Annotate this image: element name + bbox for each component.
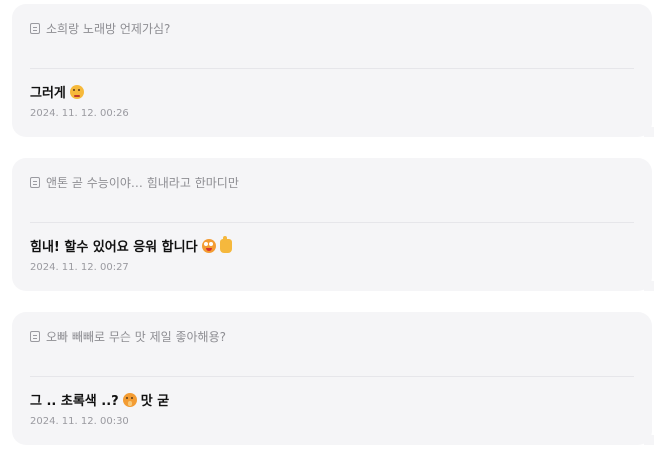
question-row: 소희랑 노래방 언제가심? [30,20,170,37]
question-row: 앤톤 곧 수능이야… 힘내라고 한마디만 [30,174,239,191]
question-text: 앤톤 곧 수능이야… 힘내라고 한마디만 [46,176,239,190]
answer-timestamp: 2024. 11. 12. 00:27 [30,262,129,273]
qa-card[interactable]: 오빠 빼빼로 무슨 맛 제일 좋아해용? 그 .. 초록색 ..? 맛 굳 20… [12,312,654,445]
question-text: 소희랑 노래방 언제가심? [46,22,171,36]
question-document-icon [30,23,40,34]
qa-card[interactable]: 앤톤 곧 수능이야… 힘내라고 한마디만 힘내! 할수 있어요 응워 합니다 2… [12,158,654,291]
answer-row: 그러게 [30,82,84,101]
question-text: 오빠 빼빼로 무슨 맛 제일 좋아해용? [46,330,227,344]
answer-text: 그러게 [30,86,66,101]
answer-row: 힘내! 할수 있어요 응워 합니다 [30,235,232,255]
answer-suffix-text: 맛 굳 [140,394,170,409]
question-document-icon [30,331,40,342]
shushing-face-emoji-icon [122,392,137,407]
qa-card[interactable]: 소희랑 노래방 언제가심? 그러게 2024. 11. 12. 00:26 [12,4,654,137]
divider [30,68,634,69]
question-row: 오빠 빼빼로 무슨 맛 제일 좋아해용? [30,328,226,345]
answer-timestamp: 2024. 11. 12. 00:26 [30,108,129,119]
qa-feed: 소희랑 노래방 언제가심? 그러게 2024. 11. 12. 00:26 앤톤… [0,0,664,453]
answer-timestamp: 2024. 11. 12. 00:30 [30,416,129,427]
thumbs-up-emoji-icon [219,235,232,253]
answer-text: 그 .. 초록색 ..? [30,394,119,409]
goofy-face-emoji-icon [201,238,216,253]
answer-text: 힘내! 할수 있어요 응워 합니다 [30,240,198,255]
divider [30,376,634,377]
answer-row: 그 .. 초록색 ..? 맛 굳 [30,390,169,409]
question-document-icon [30,177,40,188]
divider [30,222,634,223]
thinking-face-emoji-icon [69,84,84,99]
